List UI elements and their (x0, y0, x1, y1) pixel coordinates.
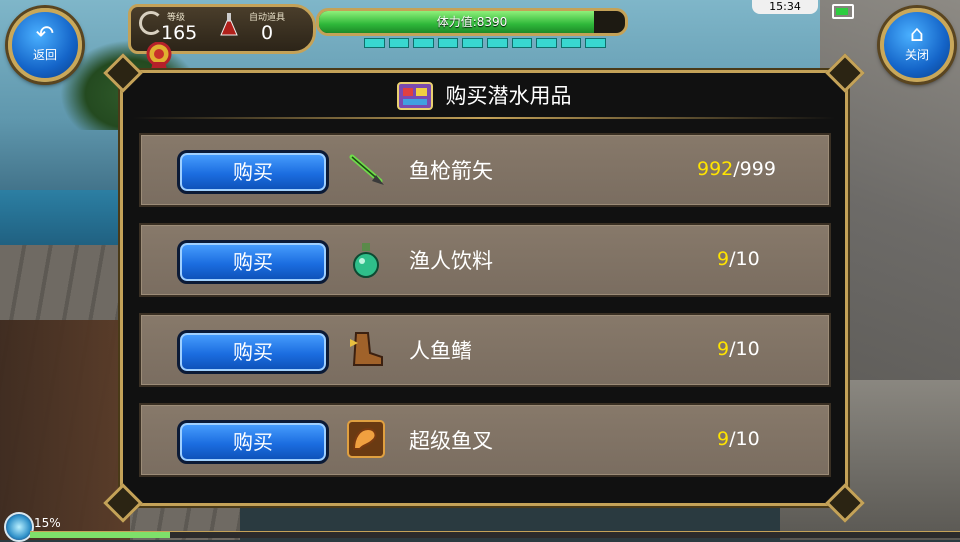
item-count-current: 9 (717, 338, 730, 360)
item-count-max: /10 (729, 428, 760, 450)
segment-bar (364, 38, 606, 48)
item-count-max: /999 (733, 158, 776, 180)
back-button-label: 返回 (32, 48, 57, 62)
potion-bottle-icon (353, 243, 379, 278)
shop-panel: 购买潜水用品 购买 鱼枪箭矢 992/999 购买 渔人饮料 9/10 购买 人… (103, 53, 865, 523)
stamina-text: 体力值:8390 (436, 15, 508, 29)
close-button[interactable]: ⌂ 关闭 (880, 8, 954, 82)
home-icon: ⌂ (910, 22, 924, 47)
auto-item-value: 0 (261, 22, 274, 44)
item-count: 9/10 (717, 338, 760, 360)
fin-boot-icon (350, 332, 383, 366)
exp-bar (30, 531, 960, 538)
item-count: 9/10 (717, 428, 760, 450)
shop-row: 购买 超级鱼叉 9/10 (139, 403, 831, 477)
segment (364, 38, 385, 48)
swirl-icon (139, 11, 163, 35)
buy-button[interactable]: 购买 (177, 150, 329, 194)
item-name: 超级鱼叉 (409, 429, 493, 453)
segment (413, 38, 434, 48)
segment (462, 38, 483, 48)
item-count-current: 992 (697, 158, 734, 180)
item-count-max: /10 (729, 338, 760, 360)
battery-icon (832, 4, 854, 19)
shop-stall-icon (397, 82, 434, 110)
item-count-current: 9 (717, 248, 730, 270)
exp-percent: 15% (34, 516, 61, 530)
muscle-arm-icon (347, 420, 385, 458)
segment (511, 38, 533, 48)
shop-row: 购买 渔人饮料 9/10 (139, 223, 831, 297)
back-button[interactable]: ↶ 返回 (8, 8, 82, 82)
segment (437, 38, 459, 48)
buy-button[interactable]: 购买 (177, 240, 329, 284)
item-count-max: /10 (729, 248, 760, 270)
spear-arrow-icon (349, 154, 384, 185)
segment (486, 38, 508, 48)
segment (536, 38, 557, 48)
panel-header: 购买潜水用品 (123, 79, 845, 110)
level-value: 165 (161, 22, 198, 44)
buy-button[interactable]: 购买 (177, 420, 329, 464)
shop-row: 购买 人鱼鳍 9/10 (139, 313, 831, 387)
back-arrow-icon: ↶ (35, 22, 55, 47)
item-count: 9/10 (717, 248, 760, 270)
title-divider (133, 117, 835, 119)
item-name: 渔人饮料 (409, 249, 493, 273)
item-name: 鱼枪箭矢 (409, 159, 493, 183)
clock: 15:34 (752, 0, 818, 14)
segment (388, 38, 410, 48)
close-button-label: 关闭 (904, 48, 929, 62)
segment (560, 38, 582, 48)
shop-row: 购买 鱼枪箭矢 992/999 (139, 133, 831, 207)
panel-title: 购买潜水用品 (445, 84, 572, 108)
item-count-current: 9 (717, 428, 730, 450)
exp-fill (30, 532, 170, 538)
flask-icon (220, 13, 238, 36)
buy-button[interactable]: 购买 (177, 330, 329, 374)
stamina-bar: 体力值:8390 (316, 8, 628, 36)
item-count: 992/999 (697, 158, 776, 180)
item-name: 人鱼鳍 (409, 339, 472, 363)
segment (585, 38, 606, 48)
